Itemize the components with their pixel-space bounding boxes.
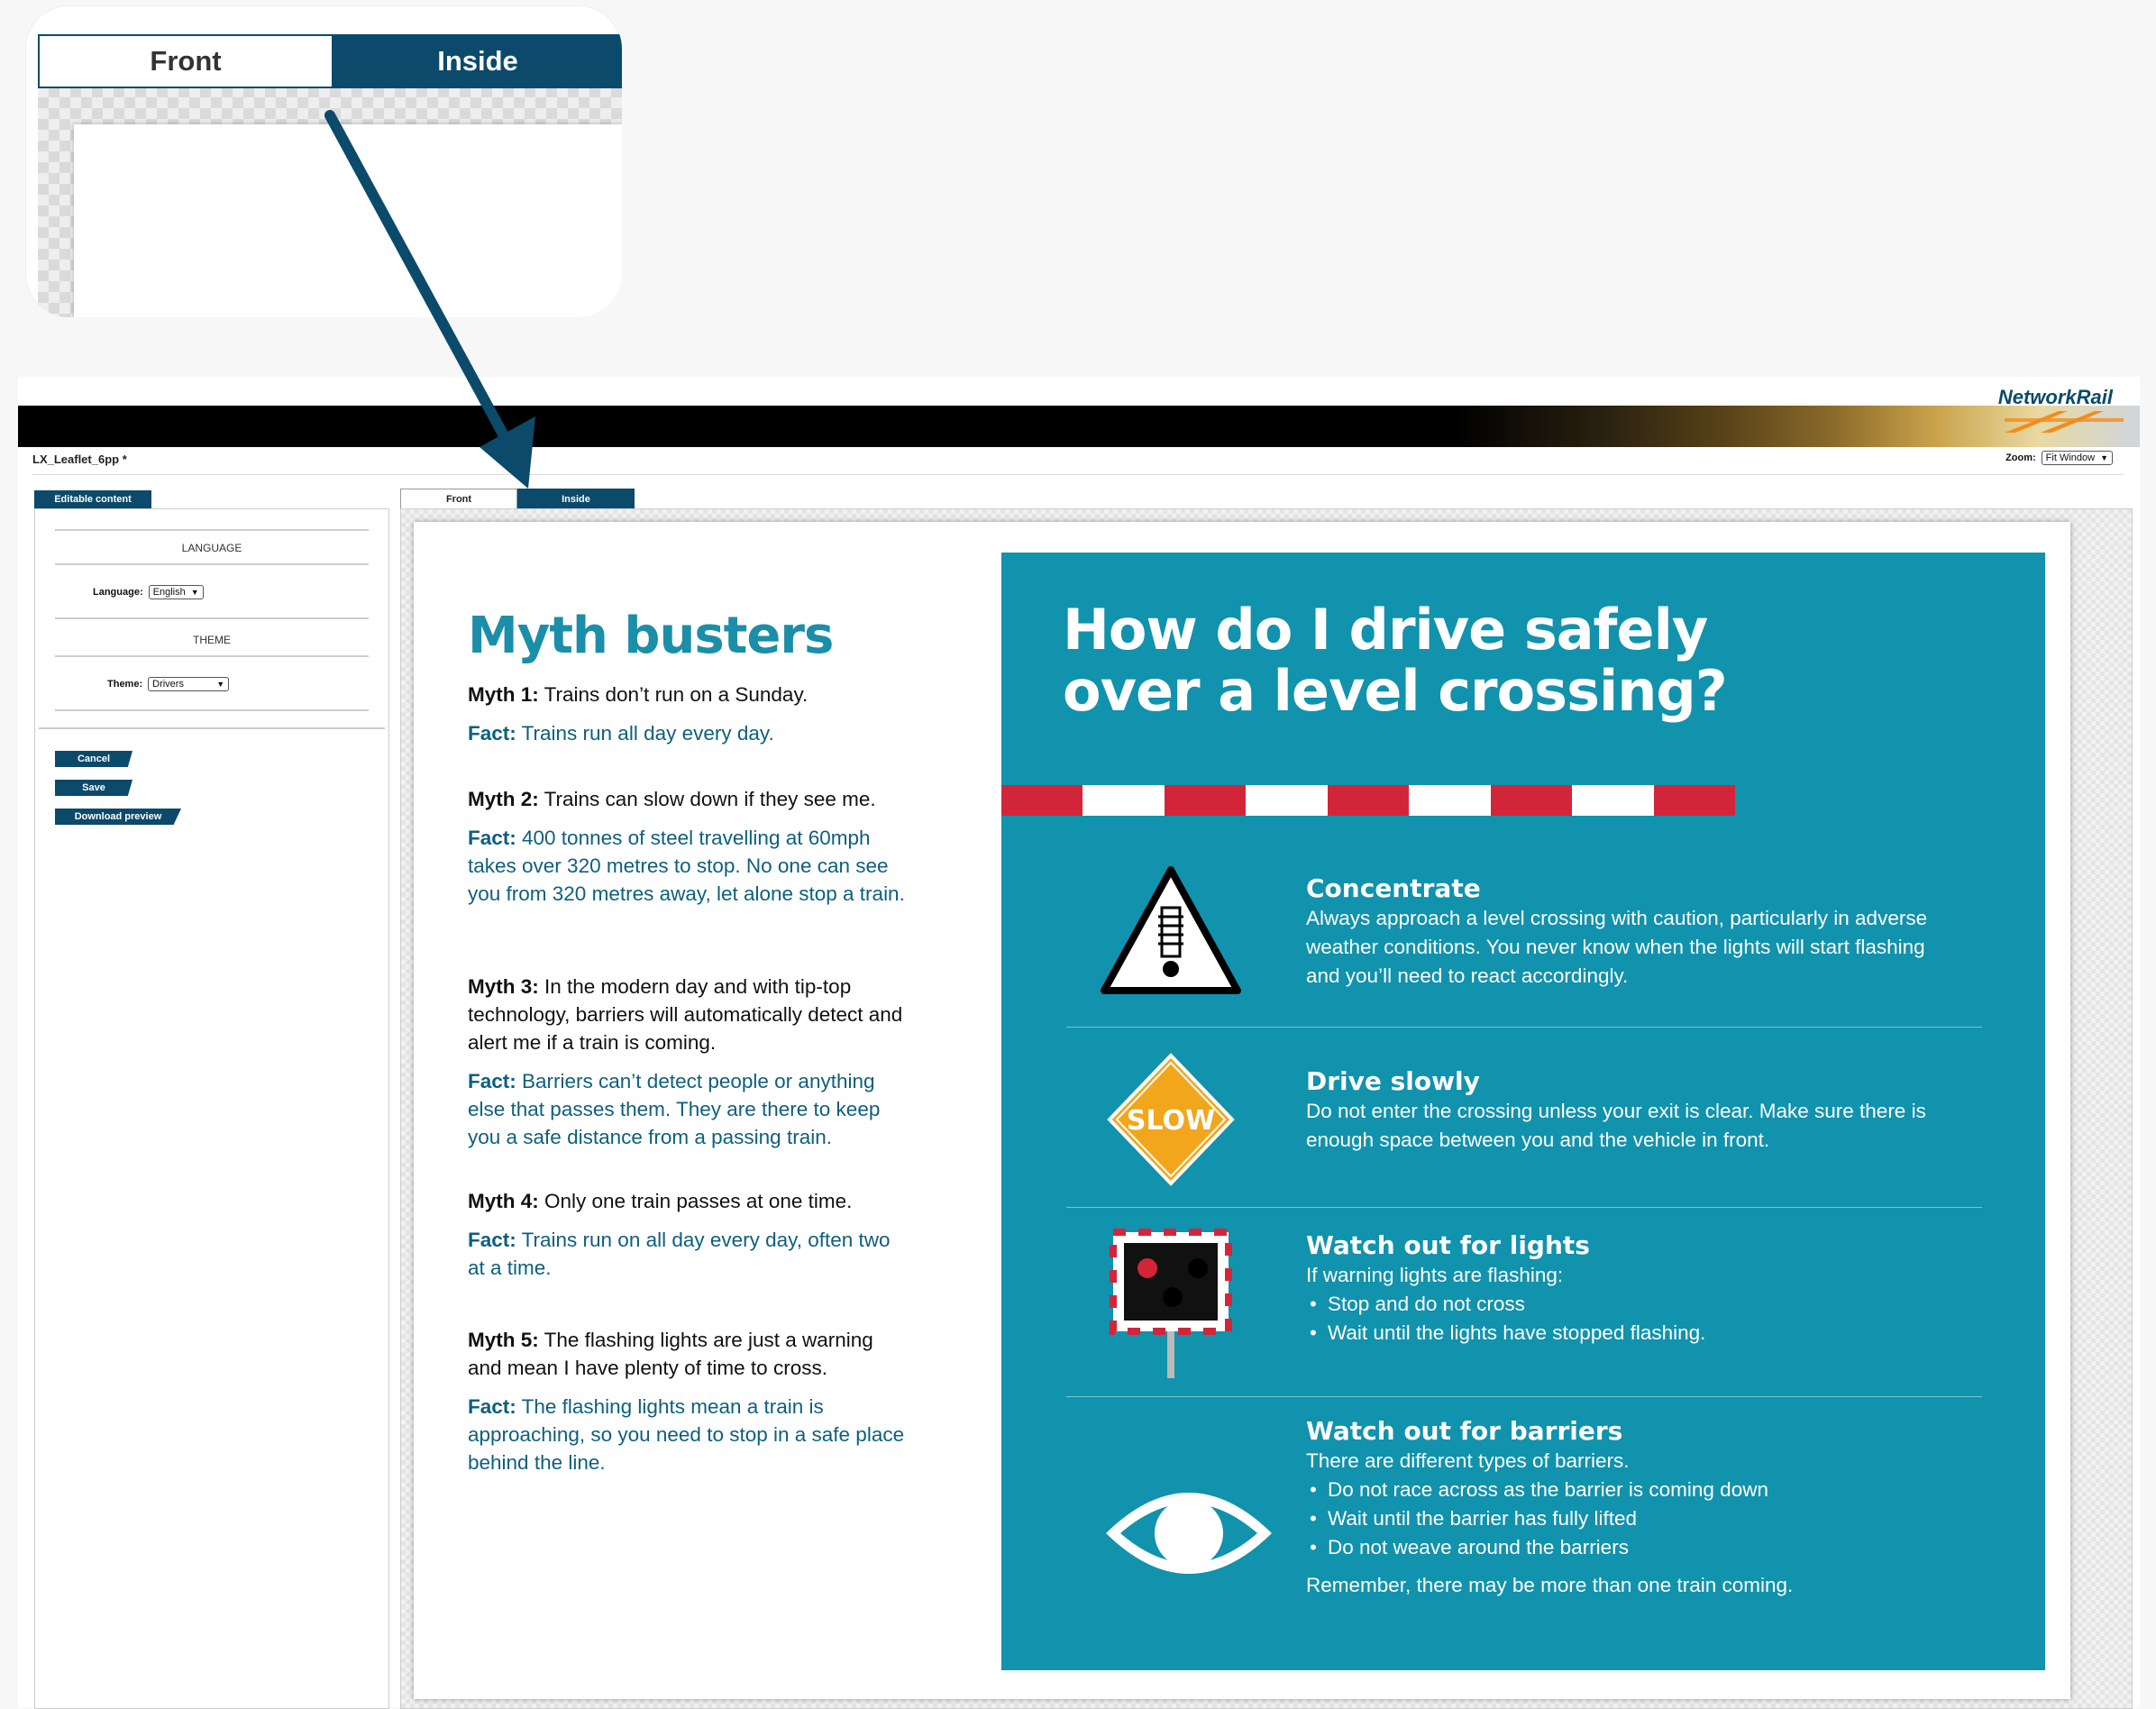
section-text: Drive slowly Do not enter the crossing u… bbox=[1306, 1066, 1937, 1155]
callout-tab-inside[interactable]: Inside bbox=[332, 36, 622, 87]
tab-front[interactable]: Front bbox=[400, 489, 517, 510]
callout-tabs: Front Inside bbox=[38, 34, 622, 88]
tab-inside[interactable]: Inside bbox=[517, 489, 635, 510]
editable-content-panel: LANGUAGE Language: English ▼ THEME Theme… bbox=[34, 508, 389, 1709]
section-heading: Watch out for lights bbox=[1306, 1230, 1590, 1260]
bullet-list: Do not race across as the barrier is com… bbox=[1306, 1476, 1937, 1562]
section-text: Watch out for barriers There are differe… bbox=[1306, 1416, 1937, 1600]
cancel-button[interactable]: Cancel bbox=[55, 751, 132, 767]
editor-window: NetworkRail LX_Leaflet_6pp * Zoom: Fit W… bbox=[18, 377, 2140, 1709]
language-field: Language: English ▼ bbox=[93, 585, 204, 599]
divider bbox=[55, 655, 369, 657]
section-body: Always approach a level crossing with ca… bbox=[1306, 907, 1928, 987]
preview-canvas[interactable]: Myth busters Myth 1: Trains don’t run on… bbox=[400, 508, 2133, 1709]
zoom-select-value: Fit Window bbox=[2045, 452, 2096, 463]
language-heading: LANGUAGE bbox=[181, 542, 242, 554]
myth-item: Myth 4: Only one train passes at one tim… bbox=[468, 1190, 891, 1279]
section-drive-slowly: SLOW Drive slowly Do not enter the cross… bbox=[1066, 1052, 1982, 1205]
myth-item: Myth 5: The flashing lights are just a w… bbox=[468, 1329, 905, 1474]
callout-page-preview bbox=[74, 124, 622, 317]
section-text: Concentrate Always approach a level cros… bbox=[1306, 873, 1937, 991]
document-title: LX_Leaflet_6pp * bbox=[32, 452, 127, 466]
section-concentrate: Concentrate Always approach a level cros… bbox=[1066, 864, 1982, 1018]
leaflet-page: Myth busters Myth 1: Trains don’t run on… bbox=[414, 522, 2070, 1699]
header-banner bbox=[18, 406, 2140, 447]
zoom-label: Zoom: bbox=[2005, 452, 2036, 463]
svg-text:SLOW: SLOW bbox=[1127, 1105, 1215, 1137]
zoom-select[interactable]: Fit Window ▼ bbox=[2041, 451, 2113, 465]
divider bbox=[55, 709, 369, 711]
language-label: Language: bbox=[93, 587, 143, 598]
drive-safely-title: How do I drive safely over a level cross… bbox=[1063, 597, 1728, 724]
chevron-down-icon: ▼ bbox=[190, 588, 199, 597]
callout-tab-front[interactable]: Front bbox=[40, 36, 332, 87]
section-watch-lights: Watch out for lights If warning lights a… bbox=[1066, 1225, 1982, 1387]
save-button[interactable]: Save bbox=[55, 780, 132, 796]
tab-editable-content[interactable]: Editable content bbox=[34, 490, 151, 508]
zoom-callout: Front Inside bbox=[25, 5, 622, 317]
barrier-stripe bbox=[1001, 785, 1735, 816]
list-item: Wait until the lights have stopped flash… bbox=[1306, 1319, 1937, 1348]
theme-select[interactable]: Drivers ▼ bbox=[148, 677, 230, 691]
section-text: Watch out for lights If warning lights a… bbox=[1306, 1230, 1937, 1348]
driving-safety-panel: How do I drive safely over a level cross… bbox=[1001, 553, 2045, 1670]
section-heading: Watch out for barriers bbox=[1306, 1416, 1623, 1446]
warning-lights-icon bbox=[1110, 1229, 1232, 1378]
theme-heading: THEME bbox=[193, 634, 231, 646]
divider bbox=[32, 474, 2124, 475]
preview-tabs: Front Inside bbox=[400, 489, 635, 510]
myth-item: Myth 2: Trains can slow down if they see… bbox=[468, 788, 905, 905]
section-footnote: Remember, there may be more than one tra… bbox=[1306, 1574, 1794, 1596]
list-item: Wait until the barrier has fully lifted bbox=[1306, 1504, 1937, 1533]
network-rail-arrows-icon bbox=[2005, 411, 2124, 433]
chevron-down-icon: ▼ bbox=[216, 680, 225, 689]
language-select[interactable]: English ▼ bbox=[148, 585, 204, 599]
theme-select-value: Drivers bbox=[152, 679, 184, 690]
download-preview-button[interactable]: Download preview bbox=[55, 809, 181, 825]
zoom-control: Zoom: Fit Window ▼ bbox=[2005, 451, 2113, 465]
section-heading: Concentrate bbox=[1306, 873, 1481, 903]
divider bbox=[1066, 1396, 1982, 1397]
theme-field: Theme: Drivers ▼ bbox=[107, 677, 230, 691]
network-rail-logo: NetworkRail bbox=[1997, 386, 2113, 408]
divider bbox=[55, 529, 369, 531]
divider bbox=[55, 617, 369, 619]
section-body: If warning lights are flashing: bbox=[1306, 1264, 1564, 1286]
divider bbox=[1066, 1027, 1982, 1028]
myth-item: Myth 1: Trains don’t run on a Sunday. Fa… bbox=[468, 683, 808, 745]
myth-busters-title: Myth busters bbox=[468, 607, 834, 665]
theme-label: Theme: bbox=[107, 679, 143, 690]
list-item: Do not weave around the barriers bbox=[1306, 1533, 1937, 1562]
section-heading: Drive slowly bbox=[1306, 1066, 1480, 1096]
bullet-list: Stop and do not cross Wait until the lig… bbox=[1306, 1290, 1937, 1348]
section-body: There are different types of barriers. bbox=[1306, 1449, 1630, 1472]
divider bbox=[1066, 1207, 1982, 1208]
section-body: Do not enter the crossing unless your ex… bbox=[1306, 1100, 1926, 1151]
list-item: Do not race across as the barrier is com… bbox=[1306, 1476, 1937, 1504]
language-select-value: English bbox=[152, 587, 186, 598]
section-watch-barriers: Watch out for barriers There are differe… bbox=[1066, 1416, 1982, 1623]
divider bbox=[55, 563, 369, 565]
chevron-down-icon: ▼ bbox=[2100, 453, 2108, 462]
eye-icon bbox=[1106, 1493, 1272, 1574]
warning-sign-icon bbox=[1101, 866, 1241, 994]
divider bbox=[39, 727, 385, 729]
myth-item: Myth 3: In the modern day and with tip-t… bbox=[468, 975, 903, 1148]
slow-sign-icon: SLOW bbox=[1107, 1053, 1235, 1186]
list-item: Stop and do not cross bbox=[1306, 1290, 1937, 1319]
